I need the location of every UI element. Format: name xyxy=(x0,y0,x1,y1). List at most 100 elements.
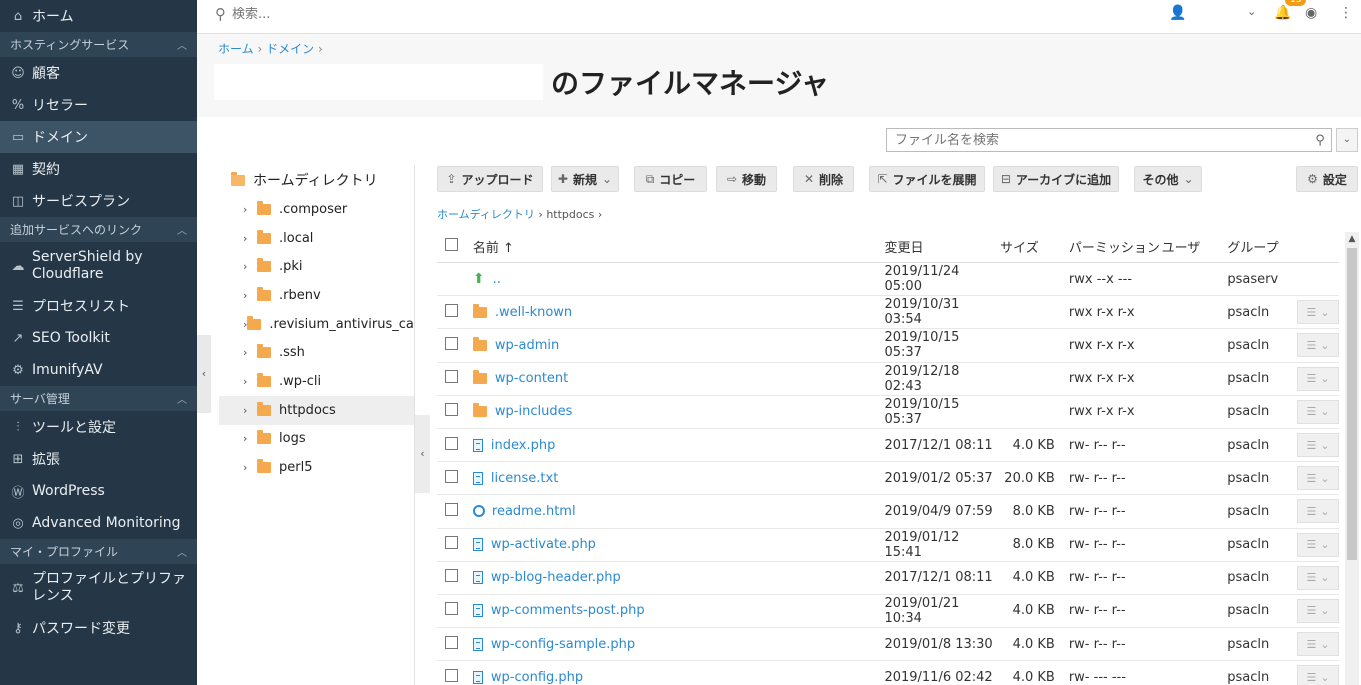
header-permissions[interactable]: パーミッション xyxy=(1059,237,1162,256)
file-name-link[interactable]: wp-content xyxy=(495,371,568,386)
row-actions-button[interactable]: ☰ ⌄ xyxy=(1297,333,1340,358)
more-vertical-icon[interactable]: ⋮ xyxy=(1339,5,1353,21)
row-checkbox[interactable] xyxy=(445,303,458,317)
path-root-link[interactable]: ホームディレクトリ xyxy=(437,208,535,221)
sidebar-item[interactable]: ◎ Advanced Monitoring xyxy=(0,507,197,539)
row-checkbox[interactable] xyxy=(445,502,458,516)
copy-button[interactable]: ⧉ コピー xyxy=(634,166,707,192)
user-icon[interactable]: 👤 xyxy=(1169,5,1186,21)
sidebar-item[interactable]: ⚖ プロファイルとプリファレンス xyxy=(0,564,197,612)
sidebar-item[interactable]: Ⓦ WordPress xyxy=(0,475,197,507)
table-row[interactable]: .well-known 2019/10/31 03:54 rwx r-x r-x ps… xyxy=(437,296,1340,330)
chevron-right-icon[interactable]: › xyxy=(243,203,257,216)
sidebar-item[interactable]: ⌂ ホーム xyxy=(0,0,197,32)
nav-section-header[interactable]: ホスティングサービス ︿ xyxy=(0,32,197,57)
table-row[interactable]: wp-content 2019/12/18 02:43 rwx r-x r-x psa… xyxy=(437,363,1340,396)
file-search-input[interactable] xyxy=(887,132,1309,148)
table-row[interactable]: wp-comments-post.php 2019/01/21 10:34 4.0 … xyxy=(437,595,1340,629)
tree-node[interactable]: › logs xyxy=(219,425,414,454)
row-actions-button[interactable]: ☰ ⌄ xyxy=(1297,433,1340,458)
header-modified[interactable]: 変更日 xyxy=(885,237,1001,256)
add-to-archive-button[interactable]: ⊟ アーカイブに追加 xyxy=(993,166,1119,192)
row-actions-button[interactable]: ☰ ⌄ xyxy=(1297,565,1340,590)
chevron-right-icon[interactable]: › xyxy=(243,461,257,474)
table-row[interactable]: wp-admin 2019/10/15 05:37 rwx r-x r-x psacl… xyxy=(437,329,1340,363)
more-button[interactable]: その他 ⌄ xyxy=(1134,166,1202,192)
table-row[interactable]: ⬆.. 2019/11/24 05:00 rwx --x --- psaserv xyxy=(437,263,1339,297)
notification-bell-icon[interactable]: 🔔 xyxy=(1274,5,1291,21)
row-actions-button[interactable]: ☰ ⌄ xyxy=(1297,366,1340,391)
tree-node[interactable]: › .ssh xyxy=(219,338,414,367)
chevron-right-icon[interactable]: › xyxy=(243,289,257,302)
chevron-right-icon[interactable]: › xyxy=(243,404,257,417)
sidebar-item[interactable]: ☰ プロセスリスト xyxy=(0,290,197,322)
tree-node[interactable]: › .composer xyxy=(219,195,414,224)
table-row[interactable]: wp-activate.php 2019/01/12 15:41 8.0 KB rw-… xyxy=(437,529,1340,562)
sidebar-item[interactable]: ⚙ ImunifyAV xyxy=(0,354,197,386)
header-group[interactable]: グループ xyxy=(1227,237,1297,256)
table-row[interactable]: index.php 2017/12/1 08:11 4.0 KB rw- r-- r-… xyxy=(437,429,1340,463)
sidebar-item[interactable]: % リセラー xyxy=(0,89,197,121)
table-row[interactable]: wp-blog-header.php 2017/12/1 08:11 4.0 KB r… xyxy=(437,562,1340,595)
move-button[interactable]: ⇨ 移動 xyxy=(716,166,777,192)
new-button[interactable]: ✚ 新規 ⌄ xyxy=(551,166,619,192)
row-actions-button[interactable]: ☰ ⌄ xyxy=(1297,466,1340,491)
file-search-options-button[interactable]: ⌄ xyxy=(1336,128,1358,152)
sidebar-item[interactable]: ⊞ 拡張 xyxy=(0,443,197,475)
breadcrumb-domains[interactable]: ドメイン xyxy=(266,42,314,56)
file-name-link[interactable]: .. xyxy=(493,272,501,287)
row-checkbox[interactable] xyxy=(445,370,458,384)
row-checkbox[interactable] xyxy=(445,668,458,682)
search-icon[interactable]: ⚲ xyxy=(1309,133,1331,148)
settings-button[interactable]: ⚙ 設定 xyxy=(1296,166,1358,192)
delete-button[interactable]: ✕ 削除 xyxy=(793,166,854,192)
scroll-up-icon[interactable]: ▲ xyxy=(1345,232,1359,246)
file-name-link[interactable]: wp-includes xyxy=(495,404,572,419)
sidebar-item[interactable]: ☁ ServerShield by Cloudflare xyxy=(0,242,197,290)
header-size[interactable]: サイズ xyxy=(1000,237,1059,256)
row-actions-button[interactable]: ☰ ⌄ xyxy=(1297,665,1340,685)
nav-section-header[interactable]: サーバ管理 ︿ xyxy=(0,386,197,411)
file-name-link[interactable]: wp-comments-post.php xyxy=(491,603,645,618)
row-actions-button[interactable]: ☰ ⌄ xyxy=(1297,300,1340,325)
scrollbar-thumb[interactable] xyxy=(1347,248,1357,560)
sidebar-item[interactable]: ⚷ パスワード変更 xyxy=(0,612,197,644)
row-actions-button[interactable]: ☰ ⌄ xyxy=(1297,598,1340,623)
row-checkbox[interactable] xyxy=(445,403,458,417)
breadcrumb-home[interactable]: ホーム xyxy=(218,42,254,56)
chevron-right-icon[interactable]: › xyxy=(243,375,257,388)
extract-button[interactable]: ⇱ ファイルを展開 xyxy=(869,166,985,192)
table-row[interactable]: wp-config.php 2019/11/6 02:42 4.0 KB rw- --… xyxy=(437,661,1340,685)
tree-node[interactable]: › perl5 xyxy=(219,453,414,482)
file-name-link[interactable]: wp-admin xyxy=(495,338,559,353)
file-name-link[interactable]: readme.html xyxy=(492,504,576,519)
sidebar-item[interactable]: ☺ 顧客 xyxy=(0,57,197,89)
tree-node[interactable]: ›.revisium_antivirus_cache xyxy=(219,310,414,339)
header-name[interactable]: 名前 ↑ xyxy=(473,237,885,256)
tree-node[interactable]: › .pki xyxy=(219,252,414,281)
file-name-link[interactable]: index.php xyxy=(491,438,555,453)
file-name-link[interactable]: license.txt xyxy=(491,471,558,486)
sidebar-item[interactable]: ◫ サービスプラン xyxy=(0,185,197,217)
chevron-right-icon[interactable]: › xyxy=(243,346,257,359)
tree-root[interactable]: ホームディレクトリ xyxy=(219,165,414,195)
row-actions-button[interactable]: ☰ ⌄ xyxy=(1297,532,1340,557)
row-checkbox[interactable] xyxy=(445,469,458,483)
chevron-right-icon[interactable]: › xyxy=(243,260,257,273)
row-checkbox[interactable] xyxy=(445,635,458,649)
row-actions-button[interactable]: ☰ ⌄ xyxy=(1297,632,1340,657)
table-row[interactable]: readme.html 2019/04/9 07:59 8.0 KB rw- r-- … xyxy=(437,495,1340,529)
tree-node[interactable]: › httpdocs xyxy=(219,395,414,425)
tree-node[interactable]: › .local xyxy=(219,224,414,253)
upload-button[interactable]: ⇪ アップロード xyxy=(437,166,543,192)
sidebar-item[interactable]: ▭ ドメイン xyxy=(0,121,197,153)
chevron-down-icon[interactable]: ⌄ xyxy=(1247,5,1256,18)
nav-section-header[interactable]: マイ・プロファイル ︿ xyxy=(0,539,197,564)
select-all-checkbox[interactable] xyxy=(445,237,458,251)
tree-node[interactable]: › .rbenv xyxy=(219,281,414,310)
header-user[interactable]: ユーザ xyxy=(1162,237,1228,256)
row-actions-button[interactable]: ☰ ⌄ xyxy=(1297,399,1340,424)
global-search-input[interactable] xyxy=(232,6,532,22)
row-actions-button[interactable]: ☰ ⌄ xyxy=(1297,499,1340,524)
row-checkbox[interactable] xyxy=(445,336,458,350)
